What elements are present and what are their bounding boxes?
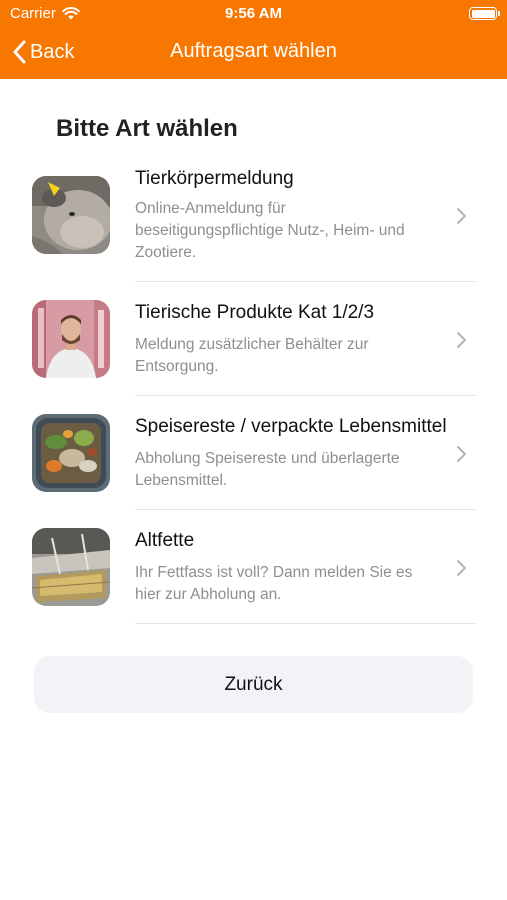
- butcher-photo-icon: [32, 300, 110, 378]
- list-item-speisereste[interactable]: Speisereste / verpackte Lebensmittel Abh…: [0, 396, 507, 510]
- item-subtitle: Online-Anmeldung für beseitigungspflicht…: [135, 200, 405, 261]
- item-title: Altfette: [135, 530, 195, 551]
- food-waste-photo-icon: [32, 414, 110, 492]
- zurueck-button[interactable]: Zurück: [34, 656, 473, 713]
- row-separator: [135, 623, 476, 624]
- list-item-altfette[interactable]: Altfette Ihr Fettfass ist voll? Dann mel…: [0, 510, 507, 624]
- status-time: 9:56 AM: [225, 5, 282, 22]
- item-subtitle: Ihr Fettfass ist voll? Dann melden Sie e…: [135, 564, 413, 603]
- chevron-right-icon: [457, 560, 466, 576]
- item-subtitle: Meldung zusätzlicher Behälter zur Entsor…: [135, 336, 369, 375]
- list-item-tierische-produkte[interactable]: Tierische Produkte Kat 1/2/3 Meldung zus…: [0, 282, 507, 396]
- item-title: Speisereste / verpackte Lebensmittel: [135, 416, 447, 437]
- item-title: Tierkörpermeldung: [135, 168, 294, 189]
- item-title: Tierische Produkte Kat 1/2/3: [135, 302, 375, 323]
- item-subtitle: Abholung Speisereste und überlagerte Leb…: [135, 450, 400, 489]
- navigation-header: Carrier 9:56 AM Back Auftragsart wählen: [0, 0, 507, 79]
- page-title: Auftragsart wählen: [170, 40, 337, 62]
- cow-photo-icon: [32, 176, 110, 254]
- chevron-right-icon: [457, 446, 466, 462]
- section-heading: Bitte Art wählen: [56, 115, 238, 142]
- battery-icon: [469, 7, 500, 20]
- chevron-right-icon: [457, 332, 466, 348]
- chevron-right-icon: [457, 208, 466, 224]
- fryer-fat-photo-icon: [32, 528, 110, 606]
- status-bar: Carrier 9:56 AM: [0, 0, 507, 28]
- list-item-tierkoerpermeldung[interactable]: Tierkörpermeldung Online-Anmeldung für b…: [0, 158, 507, 282]
